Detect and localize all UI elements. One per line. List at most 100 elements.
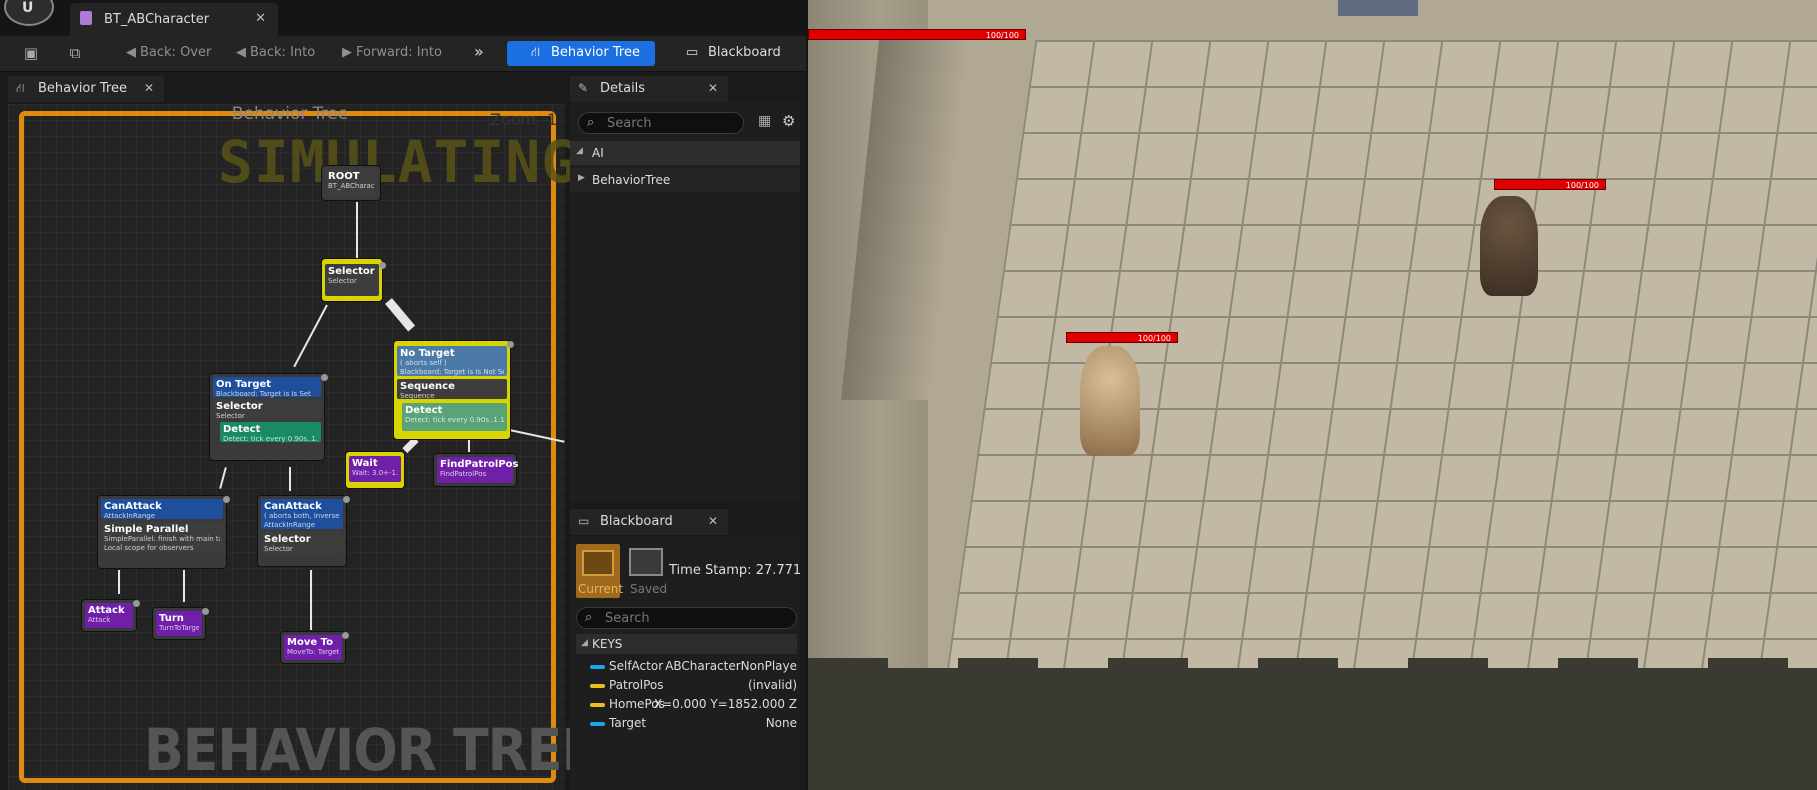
close-icon[interactable]: ✕ <box>708 81 718 95</box>
node-subtitle: Blackboard: Target is Is Not Set <box>400 368 504 376</box>
keys-header[interactable]: ◢ KEYS <box>576 634 797 654</box>
blackboard-icon: ▭ <box>686 45 699 60</box>
browse-icon[interactable]: ⧉ <box>64 44 86 64</box>
key-row[interactable]: HomePos X=0.000 Y=1852.000 Z <box>576 695 797 714</box>
node-subtitle: Selector <box>328 277 357 285</box>
node-subtitle: Blackboard: Target is Is Set <box>216 390 311 398</box>
graph-tab-label: Behavior Tree <box>38 81 127 96</box>
attack-task-node[interactable]: Attack Attack <box>82 600 140 631</box>
pin[interactable] <box>321 374 328 381</box>
blackboard-tab-label: Blackboard <box>600 514 673 529</box>
turn-task-node[interactable]: Turn TurnToTarget <box>153 608 209 639</box>
document-tab[interactable]: BT_ABCharacter ✕ <box>70 3 278 36</box>
saved-button[interactable]: Saved <box>624 544 668 598</box>
wait-node[interactable]: WaitWait: 3.0+-1.0s <box>346 452 404 488</box>
blackboard-mode-label: Blackboard <box>708 45 781 60</box>
back-into-button[interactable]: ◀ Back: Into <box>236 45 315 60</box>
key-row[interactable]: PatrolPos (invalid) <box>576 676 797 695</box>
saved-label: Saved <box>630 582 668 596</box>
node-title: Simple Parallel <box>104 524 189 535</box>
graph-watermark: BEHAVIOR TREE <box>144 716 597 784</box>
behavior-tree-mode-button[interactable]: ⛙ Behavior Tree <box>507 41 655 66</box>
close-icon[interactable]: ✕ <box>708 514 718 528</box>
shadow-area <box>808 668 1817 790</box>
enemy-character[interactable] <box>1480 196 1538 296</box>
pin[interactable] <box>202 608 209 615</box>
node-title: Selector <box>264 534 311 545</box>
expand-toolbar-icon[interactable]: » <box>474 42 484 61</box>
node-subtitle: MoveTo: Target <box>287 648 339 656</box>
keys-header-label: KEYS <box>592 637 623 651</box>
current-label: Current <box>578 582 624 596</box>
graph-tab[interactable]: ⛙ Behavior Tree ✕ <box>8 76 164 102</box>
can-attack-selector-node[interactable]: CanAttack( aborts both, inversed )Attack… <box>258 496 350 566</box>
node-title: CanAttack <box>264 501 322 512</box>
on-target-branch-node[interactable]: On Target Blackboard: Target is Is Set Se… <box>210 374 328 460</box>
search-icon: ⌕ <box>585 610 593 625</box>
key-row[interactable]: Target None <box>576 714 797 733</box>
current-button[interactable]: Current <box>576 544 624 598</box>
time-stamp: Time Stamp: 27.771 <box>669 563 802 578</box>
details-tab[interactable]: ✎ Details ✕ <box>570 76 728 102</box>
move-to-task-node[interactable]: Move To MoveTo: Target <box>281 632 349 663</box>
pin[interactable] <box>379 262 386 269</box>
node-subtitle: Local scope for observers <box>104 544 194 552</box>
node-title: Selector <box>216 401 263 412</box>
keys-search-input[interactable]: ⌕ Search <box>576 607 797 629</box>
document-tab-title: BT_ABCharacter <box>104 12 210 27</box>
details-tab-label: Details <box>600 81 646 96</box>
root-node[interactable]: ROOTBT_ABCharacter <box>322 166 380 200</box>
node-subtitle: BT_ABCharacter <box>328 182 374 190</box>
category-ai[interactable]: ◢ AI <box>570 141 800 165</box>
gear-icon[interactable]: ⚙ <box>782 112 795 130</box>
blackboard-tab[interactable]: ▭ Blackboard ✕ <box>570 509 728 535</box>
chevron-right-icon[interactable]: ▶ <box>578 173 585 183</box>
pin[interactable] <box>507 341 514 348</box>
key-name: SelfActor <box>609 659 664 673</box>
key-value: X=0.000 Y=1852.000 Z <box>653 697 797 711</box>
player-character[interactable] <box>1080 346 1140 456</box>
table-view-icon[interactable]: ▦ <box>758 113 771 129</box>
pin[interactable] <box>343 496 350 503</box>
key-type-icon <box>590 703 605 707</box>
can-attack-parallel-node[interactable]: CanAttack AttackInRange Simple Parallel Si… <box>98 496 230 568</box>
enemy-health-bar: 100/100 <box>1494 179 1606 190</box>
close-icon[interactable]: ✕ <box>255 11 266 26</box>
node-subtitle: Detect: tick every 0.90s..1.10s <box>223 435 318 443</box>
no-target-branch-node[interactable]: No Target( aborts self ) Blackboard: Targ… <box>394 341 514 439</box>
node-subtitle: AttackInRange <box>264 521 316 529</box>
forward-into-button[interactable]: ▶ Forward: Into <box>342 45 442 60</box>
forward-into-label: Forward: Into <box>356 45 442 60</box>
pin[interactable] <box>133 600 140 607</box>
blackboard-mode-button[interactable]: ▭ Blackboard <box>686 41 796 66</box>
find-patrol-pos-node[interactable]: FindPatrolPos FindPatrolPos <box>434 454 519 486</box>
details-search-input[interactable]: ⌕ Search <box>578 112 744 134</box>
close-icon[interactable]: ✕ <box>144 81 154 95</box>
node-subtitle: Sequence <box>400 392 435 400</box>
behavior-tree-icon: ⛙ <box>16 81 25 95</box>
node-title: Detect <box>405 405 443 416</box>
pin[interactable] <box>223 496 230 503</box>
key-type-icon <box>590 722 605 726</box>
selector-main-node[interactable]: Selector Selector <box>322 259 386 301</box>
back-over-button[interactable]: ◀ Back: Over <box>126 45 211 60</box>
pin[interactable] <box>342 632 349 639</box>
property-row[interactable]: ▶ BehaviorTree <box>570 168 800 192</box>
chevron-down-icon: ◢ <box>576 146 583 156</box>
simulating-label: SIMULATING <box>218 128 578 196</box>
wire <box>468 440 470 452</box>
details-icon: ✎ <box>578 81 589 95</box>
banner <box>1338 0 1418 16</box>
key-row[interactable]: SelfActor ABCharacterNonPlaye <box>576 657 797 676</box>
graph-title: Behavior Tree <box>231 104 349 124</box>
node-subtitle: ( aborts self ) <box>400 359 447 367</box>
key-value: (invalid) <box>747 678 797 692</box>
node-title: Wait <box>352 458 378 469</box>
behavior-tree-icon: ⛙ <box>531 45 541 60</box>
node-title: CanAttack <box>104 501 162 512</box>
node-subtitle: Attack <box>88 616 111 624</box>
save-icon[interactable]: ▣ <box>20 44 42 64</box>
node-title: FindPatrolPos <box>440 459 519 470</box>
character-health-bar: 100/100 <box>1066 332 1178 343</box>
blackboard-current-icon <box>582 550 614 576</box>
